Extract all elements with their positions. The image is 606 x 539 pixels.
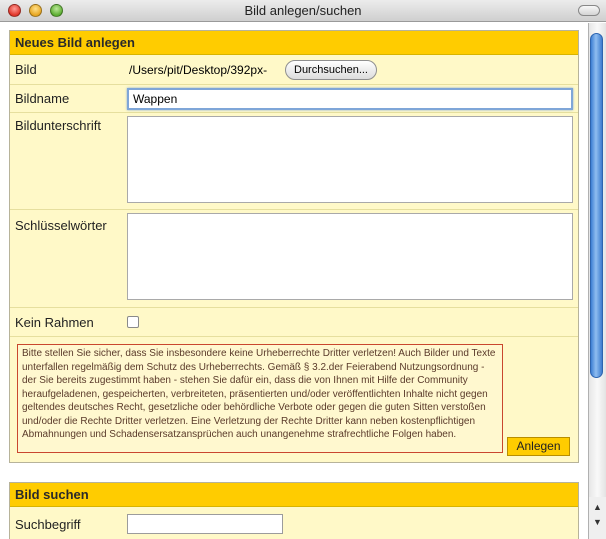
schluesselwoerter-textarea[interactable] <box>127 213 573 300</box>
bildname-label: Bildname <box>15 91 70 106</box>
kein-rahmen-checkbox[interactable] <box>127 316 139 328</box>
search-image-panel: Bild suchen Suchbegriff <box>9 482 579 539</box>
bildunterschrift-textarea[interactable] <box>127 116 573 203</box>
suchbegriff-label: Suchbegriff <box>15 516 81 532</box>
scrollbar-thumb[interactable] <box>590 33 603 378</box>
window-title: Bild anlegen/suchen <box>244 3 362 18</box>
suchbegriff-input[interactable] <box>127 514 283 534</box>
bildunterschrift-field <box>127 116 578 209</box>
scroll-up-arrow-icon[interactable]: ▲ <box>593 502 602 512</box>
schluesselwoerter-label: Schlüsselwörter <box>15 218 107 233</box>
scrollbar-arrows: ▲ ▼ <box>588 497 606 539</box>
anlegen-button[interactable]: Anlegen <box>507 437 570 456</box>
bildunterschrift-label: Bildunterschrift <box>15 118 101 133</box>
new-image-panel: Neues Bild anlegen Bild Durchsuchen... B… <box>9 30 579 463</box>
bildname-row: Bildname <box>10 85 578 113</box>
bild-field: Durchsuchen... <box>127 59 578 80</box>
new-image-section-title: Neues Bild anlegen <box>10 31 578 55</box>
scroll-down-arrow-icon[interactable]: ▼ <box>593 517 602 527</box>
bild-row: Bild Durchsuchen... <box>10 55 578 85</box>
kein-rahmen-row: Kein Rahmen <box>10 308 578 337</box>
search-section-title: Bild suchen <box>10 483 578 507</box>
schluesselwoerter-row: Schlüsselwörter <box>10 210 578 308</box>
kein-rahmen-label: Kein Rahmen <box>15 314 94 330</box>
bildname-input[interactable] <box>127 87 573 110</box>
bildname-field <box>127 87 578 110</box>
kein-rahmen-field <box>127 316 578 328</box>
suchbegriff-field <box>127 514 578 534</box>
window-titlebar: Bild anlegen/suchen <box>0 0 606 22</box>
copyright-notice: Bitte stellen Sie sicher, dass Sie insbe… <box>17 344 503 453</box>
suchbegriff-row: Suchbegriff <box>10 507 578 539</box>
browse-button[interactable]: Durchsuchen... <box>285 59 377 80</box>
toolbar-toggle-button[interactable] <box>578 5 600 16</box>
bild-file-path-input[interactable] <box>127 59 285 80</box>
dialog-content: Neues Bild anlegen Bild Durchsuchen... B… <box>0 23 588 539</box>
schluesselwoerter-field <box>127 213 578 307</box>
bildunterschrift-row: Bildunterschrift <box>10 113 578 210</box>
bild-label: Bild <box>15 62 37 77</box>
